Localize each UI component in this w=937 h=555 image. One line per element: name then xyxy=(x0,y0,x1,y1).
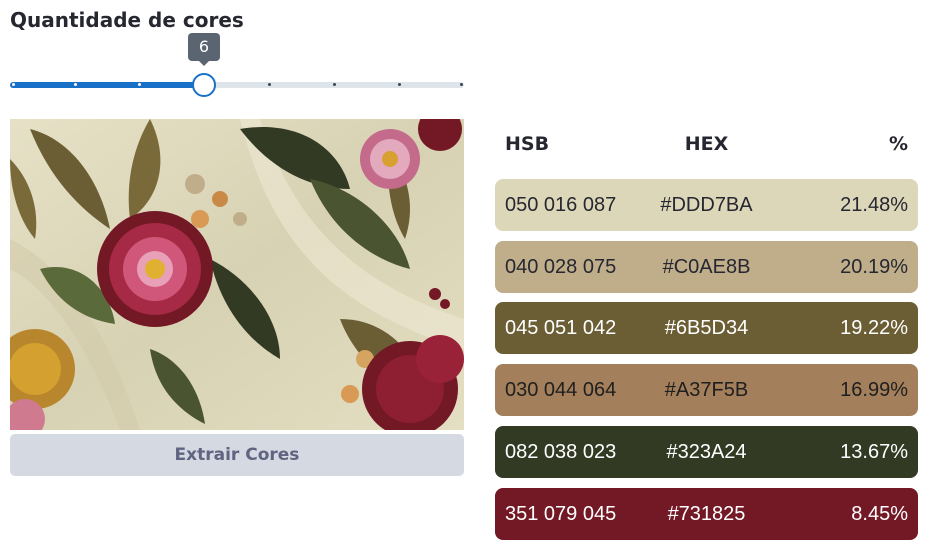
color-row: #A37F5B 030 044 064 16.99% xyxy=(495,364,918,416)
color-hsb: 050 016 087 xyxy=(505,194,617,216)
color-row: #DDD7BA 050 016 087 21.48% xyxy=(495,179,918,231)
slider-tick xyxy=(459,83,463,86)
color-row: #731825 351 079 045 8.45% xyxy=(495,488,918,540)
color-hsb: 045 051 042 xyxy=(505,317,617,339)
color-percent: 16.99% xyxy=(840,379,908,401)
header-percent: % xyxy=(888,133,908,155)
slider-tick xyxy=(73,83,77,86)
uploaded-image-floral xyxy=(10,119,464,430)
color-percent: 20.19% xyxy=(840,256,908,278)
slider-tick xyxy=(267,83,271,86)
header-hsb: HSB xyxy=(505,133,550,155)
slider-tick xyxy=(332,83,336,86)
color-row: #C0AE8B 040 028 075 20.19% xyxy=(495,241,918,293)
color-percent: 13.67% xyxy=(840,441,908,463)
slider-tick xyxy=(397,83,401,86)
color-hsb: 351 079 045 xyxy=(505,503,617,525)
color-row: #6B5D34 045 051 042 19.22% xyxy=(495,302,918,354)
color-count-label: Quantidade de cores xyxy=(10,8,244,32)
color-percent: 8.45% xyxy=(851,503,908,525)
color-hsb: 040 028 075 xyxy=(505,256,617,278)
slider-value-tooltip: 6 xyxy=(188,33,220,66)
color-hsb: 082 038 023 xyxy=(505,441,617,463)
color-row: #323A24 082 038 023 13.67% xyxy=(495,426,918,478)
header-hex: HEX xyxy=(684,133,729,155)
slider-tick xyxy=(11,83,15,86)
color-percent: 19.22% xyxy=(840,317,908,339)
slider-fill xyxy=(10,82,204,88)
color-count-slider[interactable]: 6 xyxy=(10,33,464,97)
color-percent: 21.48% xyxy=(840,194,908,216)
color-table-header: HEX HSB % xyxy=(495,133,918,157)
extract-colors-button[interactable]: Extrair Cores xyxy=(10,434,464,476)
color-hsb: 030 044 064 xyxy=(505,379,617,401)
slider-tick xyxy=(137,83,141,86)
slider-thumb[interactable] xyxy=(192,73,216,97)
